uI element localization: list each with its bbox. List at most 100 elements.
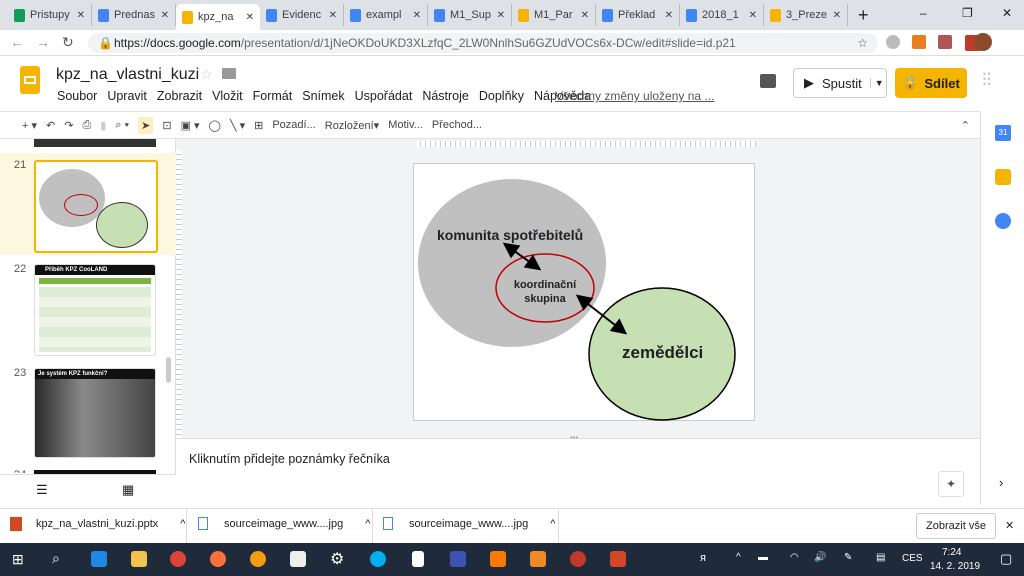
speaker-notes[interactable]: ••• Kliknutím přidejte poznámky řečníka … <box>176 433 980 505</box>
close-window-button[interactable]: ✕ <box>1002 6 1012 20</box>
pen-icon[interactable]: ✎ <box>844 552 852 563</box>
start-icon[interactable]: ⊞ <box>12 551 24 568</box>
zoom-icon[interactable]: ⌕ ▾ <box>115 119 129 132</box>
download-item[interactable]: sourceimage_www....jpg ^ <box>383 517 555 530</box>
close-tab-icon[interactable]: ✕ <box>329 10 337 21</box>
back-icon[interactable]: ← <box>10 34 24 50</box>
notifications-icon[interactable]: ▢ <box>1000 551 1012 567</box>
image-icon[interactable]: ▣ ▾ <box>181 119 200 132</box>
settings-icon[interactable]: ⚙ <box>330 549 344 569</box>
keyboard-icon[interactable]: ▤ <box>876 552 885 563</box>
close-tab-icon[interactable]: ✕ <box>246 12 254 23</box>
paint-format-icon[interactable]: ▮ <box>100 119 106 132</box>
slide-thumbnail-20[interactable] <box>34 139 156 147</box>
share-button[interactable]: 🔒 Sdílet <box>895 68 967 98</box>
shape-icon[interactable]: ◯ <box>209 119 221 132</box>
download-item[interactable]: kpz_na_vlastni_kuzi.pptx ^ <box>10 517 185 531</box>
menu-item[interactable]: Upravit <box>107 89 147 103</box>
slide-thumbnail-23[interactable]: Je systém KPZ funkční? <box>34 368 156 458</box>
keep-icon[interactable] <box>995 169 1011 185</box>
menu-item[interactable]: Nástroje <box>422 89 469 103</box>
browser-tab[interactable]: 2018_1 ✕ <box>680 4 764 26</box>
chevron-up-icon[interactable]: ^ <box>365 518 370 530</box>
app-icon[interactable] <box>530 551 546 567</box>
menu-item[interactable]: Uspořádat <box>355 89 413 103</box>
close-tab-icon[interactable]: ✕ <box>413 10 421 21</box>
theme-button[interactable]: Motiv... <box>388 119 423 131</box>
present-dropdown-icon[interactable]: ▼ <box>869 78 884 88</box>
slide[interactable]: komunita spotřebitelů koordinační skupin… <box>413 163 755 421</box>
browser-tab[interactable]: Překlad ✕ <box>596 4 680 26</box>
store-icon[interactable] <box>290 551 306 567</box>
slide-thumbnail-21[interactable] <box>34 160 158 253</box>
expand-panel-icon[interactable]: › <box>999 475 1003 490</box>
close-tab-icon[interactable]: ✕ <box>497 10 505 21</box>
present-button[interactable]: ▶ Spustit ▼ <box>793 68 887 98</box>
browser-tab[interactable]: M1_Par ✕ <box>512 4 596 26</box>
star-icon[interactable]: ☆ <box>200 66 213 83</box>
powerpoint-icon[interactable] <box>610 551 626 567</box>
ccleaner-icon[interactable] <box>570 551 586 567</box>
close-tab-icon[interactable]: ✕ <box>161 10 169 21</box>
filmstrip-view-icon[interactable]: ☰ <box>36 482 48 498</box>
close-tab-icon[interactable]: ✕ <box>833 10 841 21</box>
battery-icon[interactable]: ▬ <box>758 552 768 563</box>
folder-icon[interactable] <box>222 68 236 79</box>
bookmark-star-icon[interactable]: ☆ <box>857 33 868 53</box>
search-icon[interactable]: ⌕ <box>52 550 60 567</box>
url-input[interactable]: 🔒 https://docs.google.com/presentation/d/… <box>88 33 878 53</box>
save-status[interactable]: Všechny změny uloženy na ... <box>555 89 714 103</box>
wifi-icon[interactable]: ◠ <box>790 552 799 563</box>
file-explorer-icon[interactable] <box>131 551 147 567</box>
grid-view-icon[interactable]: ▦ <box>122 482 134 498</box>
undo-icon[interactable]: ↶ <box>46 119 55 132</box>
people-icon[interactable]: ᴙ <box>700 552 706 564</box>
doc-title[interactable]: kpz_na_vlastni_kuzi <box>56 66 199 84</box>
slides-logo-icon[interactable] <box>20 66 40 94</box>
collapse-toolbar-icon[interactable]: ⌃ <box>961 119 970 132</box>
chevron-up-icon[interactable]: ^ <box>180 518 185 530</box>
comments-icon[interactable] <box>760 74 776 88</box>
background-button[interactable]: Pozadí... <box>272 119 315 131</box>
clock-date[interactable]: 14. 2. 2019 <box>930 561 980 572</box>
menu-item[interactable]: Snímek <box>302 89 344 103</box>
edge-icon[interactable] <box>91 551 107 567</box>
browser-tab[interactable]: Evidenc ✕ <box>260 4 344 26</box>
skype-icon[interactable] <box>370 551 386 567</box>
chevron-up-icon[interactable]: ^ <box>550 518 555 530</box>
new-slide-button[interactable]: + ▾ <box>22 119 37 132</box>
close-tab-icon[interactable]: ✕ <box>581 10 589 21</box>
print-icon[interactable]: ⎙ <box>82 119 91 132</box>
tasks-icon[interactable] <box>995 213 1011 229</box>
menu-item[interactable]: Zobrazit <box>157 89 202 103</box>
account-logo-icon[interactable]: ⫶⫶ <box>982 70 991 91</box>
resize-handle[interactable]: ••• <box>570 433 578 442</box>
close-tab-icon[interactable]: ✕ <box>77 10 85 21</box>
browser-tab[interactable]: exampl ✕ <box>344 4 428 26</box>
explore-button[interactable]: ✦ <box>938 471 964 497</box>
layout-button[interactable]: Rozložení▾ <box>325 119 379 132</box>
text-box-icon[interactable]: ⊡ <box>162 119 171 132</box>
menu-item[interactable]: Vložit <box>212 89 243 103</box>
tray-chevron-icon[interactable]: ^ <box>736 552 741 563</box>
download-item[interactable]: sourceimage_www....jpg ^ <box>198 517 370 530</box>
filmstrip-scrollbar[interactable] <box>166 357 171 383</box>
comment-add-icon[interactable]: ⊞ <box>254 119 263 132</box>
language-indicator[interactable]: CES <box>902 553 923 564</box>
new-tab-button[interactable]: + <box>858 5 869 26</box>
acrobat-extension-icon[interactable] <box>938 35 952 49</box>
close-tab-icon[interactable]: ✕ <box>665 10 673 21</box>
line-icon[interactable]: ╲ ▾ <box>230 119 245 132</box>
menu-item[interactable]: Soubor <box>57 89 97 103</box>
calendar-icon[interactable]: 31 <box>995 125 1011 141</box>
skype-extension-icon[interactable] <box>886 35 900 49</box>
avast-icon[interactable] <box>490 551 506 567</box>
reload-icon[interactable]: ↻ <box>62 34 74 51</box>
minimize-button[interactable]: – <box>920 6 927 20</box>
menu-item[interactable]: Doplňky <box>479 89 524 103</box>
volume-icon[interactable]: 🔊 <box>814 552 826 563</box>
browser-tab[interactable]: 3_Preze ✕ <box>764 4 848 26</box>
firefox-icon[interactable] <box>210 551 226 567</box>
transition-button[interactable]: Přechod... <box>432 119 482 131</box>
profile-avatar[interactable] <box>974 33 992 51</box>
